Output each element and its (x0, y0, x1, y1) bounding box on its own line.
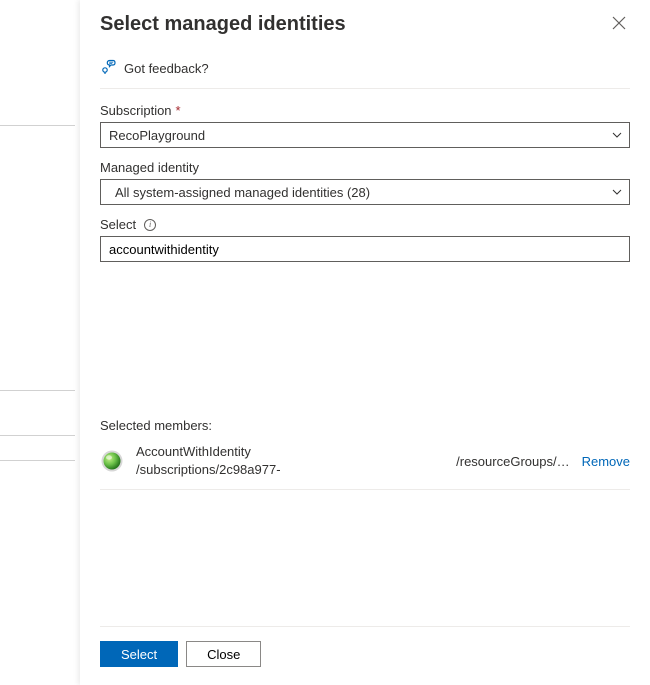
select-managed-identities-panel: Select managed identities Got feedback? … (80, 0, 650, 685)
member-subscription-path: /subscriptions/2c98a977- (136, 461, 281, 479)
close-icon[interactable] (608, 12, 630, 37)
required-indicator: * (176, 103, 181, 118)
member-name: AccountWithIdentity (136, 443, 281, 461)
remove-link[interactable]: Remove (582, 454, 630, 469)
selected-member-row: AccountWithIdentity /subscriptions/2c98a… (100, 437, 630, 489)
background-left (0, 0, 80, 685)
identity-icon (100, 449, 124, 473)
chevron-down-icon (611, 129, 623, 141)
select-input[interactable] (100, 236, 630, 262)
spacer (100, 274, 630, 410)
select-label: Select i (100, 217, 630, 232)
select-field: Select i (100, 217, 630, 262)
subscription-dropdown[interactable]: RecoPlayground (100, 122, 630, 148)
member-details: AccountWithIdentity /subscriptions/2c98a… (136, 443, 281, 478)
panel-title: Select managed identities (100, 13, 346, 36)
selected-members-label: Selected members: (100, 418, 630, 433)
panel-header: Select managed identities (100, 0, 630, 51)
feedback-link[interactable]: Got feedback? (100, 51, 630, 89)
managed-identity-field: Managed identity All system-assigned man… (100, 160, 630, 205)
member-resource-path: /resourceGroups/… (293, 454, 570, 469)
subscription-label: Subscription * (100, 103, 630, 118)
feedback-icon (100, 59, 116, 78)
selected-members-section: Selected members: Acco (100, 418, 630, 489)
info-icon[interactable]: i (144, 219, 156, 231)
managed-identity-label: Managed identity (100, 160, 630, 175)
managed-identity-value: All system-assigned managed identities (… (115, 185, 370, 200)
spacer (100, 490, 630, 626)
managed-identity-dropdown[interactable]: All system-assigned managed identities (… (100, 179, 630, 205)
close-button[interactable]: Close (186, 641, 261, 667)
subscription-value: RecoPlayground (109, 128, 205, 143)
panel-footer: Select Close (100, 626, 630, 685)
chevron-down-icon (611, 186, 623, 198)
feedback-label: Got feedback? (124, 61, 209, 76)
subscription-field: Subscription * RecoPlayground (100, 103, 630, 148)
select-button[interactable]: Select (100, 641, 178, 667)
